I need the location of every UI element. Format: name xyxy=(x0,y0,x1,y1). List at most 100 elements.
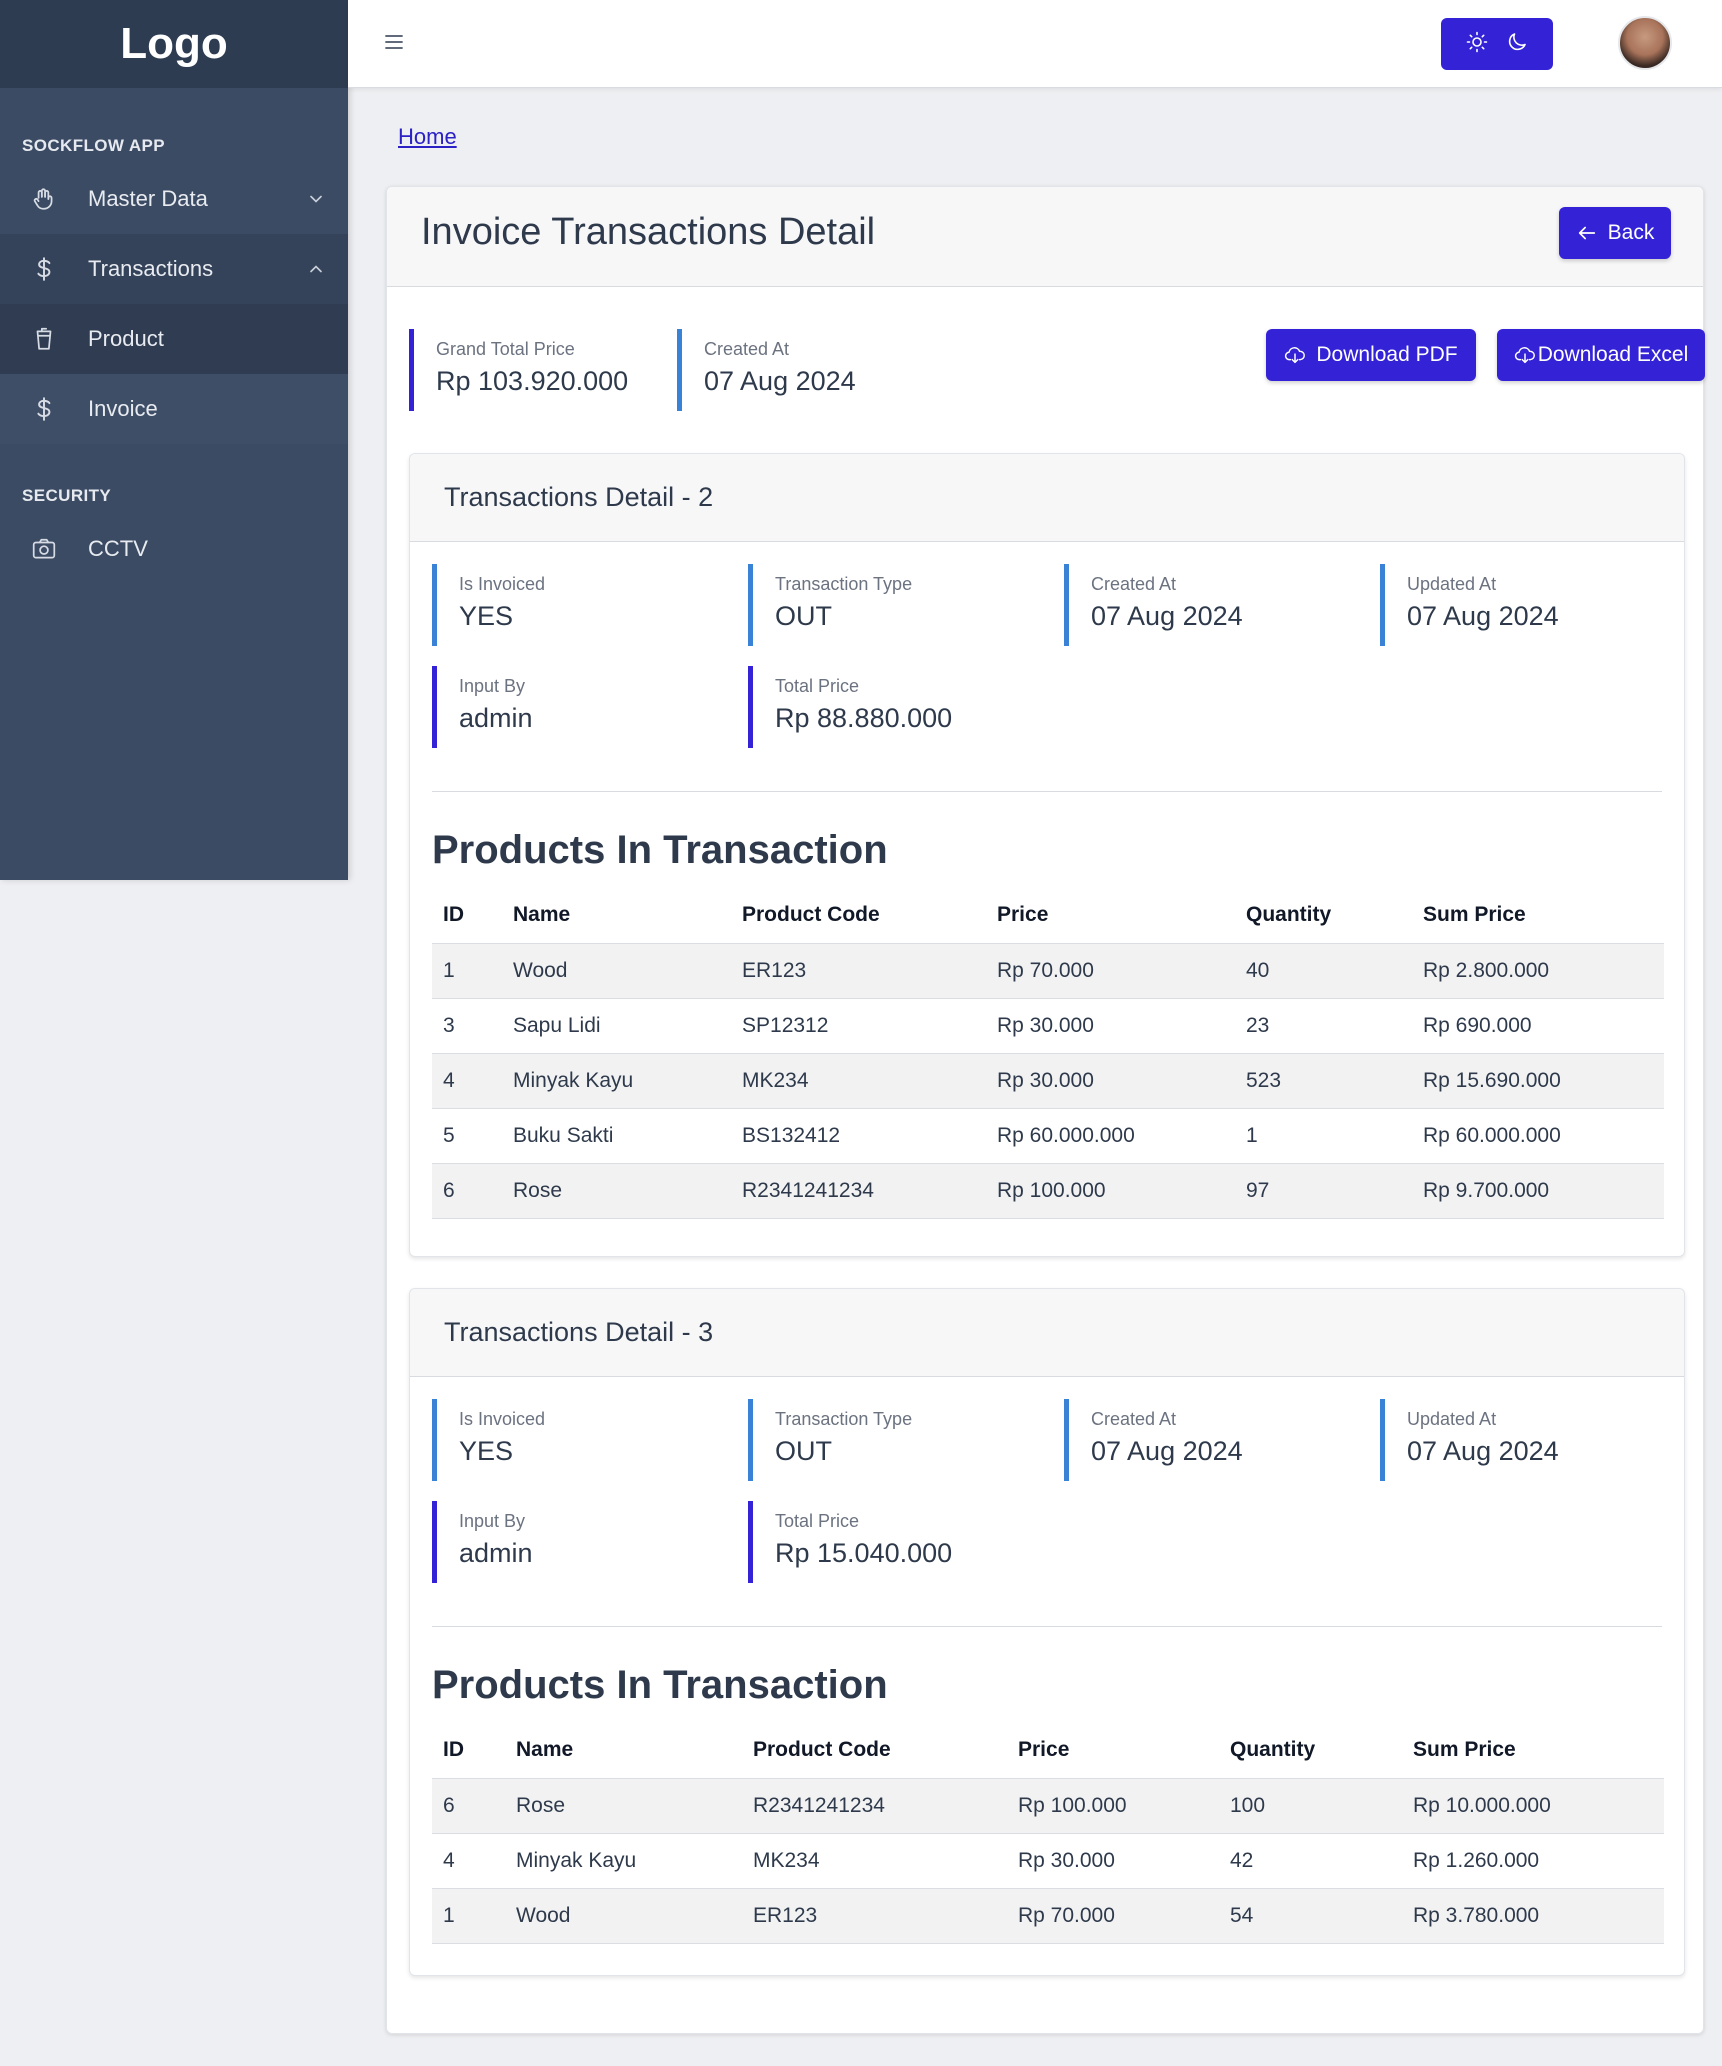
table-cell: 97 xyxy=(1235,1162,1412,1219)
sidebar-item-label: Invoice xyxy=(88,396,158,421)
table-cell: R2341241234 xyxy=(731,1162,986,1219)
table-cell: MK234 xyxy=(742,1832,1007,1888)
sidebar-item-cctv[interactable]: CCTV xyxy=(0,514,348,584)
table-cell: 523 xyxy=(1235,1052,1412,1108)
table-cell: 5 xyxy=(432,1107,502,1163)
updated-at-stat: Updated At 07 Aug 2024 xyxy=(1380,1399,1670,1481)
created-at-label: Created At xyxy=(1091,574,1177,594)
input-by-value: admin xyxy=(459,1538,533,1568)
table-cell: ER123 xyxy=(731,942,986,998)
cloud-download-icon xyxy=(1514,347,1535,364)
table-cell: Minyak Kayu xyxy=(505,1832,742,1888)
created-at-stat: Created At 07 Aug 2024 xyxy=(677,329,937,411)
table-cell: Rp 60.000.000 xyxy=(1412,1107,1664,1163)
logo[interactable]: Logo xyxy=(0,0,348,88)
table-cell: Rp 100.000 xyxy=(986,1162,1235,1219)
updated-at-stat: Updated At 07 Aug 2024 xyxy=(1380,564,1670,646)
created-at-value: 07 Aug 2024 xyxy=(1091,1436,1243,1466)
table-cell: 42 xyxy=(1219,1832,1402,1888)
table-row: 6 Rose R2341241234 Rp 100.000 97 Rp 9.700.000 xyxy=(432,1162,1664,1219)
table-header-row: ID Name Product Code Price Quantity Sum Price xyxy=(432,1722,1664,1778)
table-cell: Rp 30.000 xyxy=(1007,1832,1219,1888)
table-cell: SP12312 xyxy=(731,997,986,1053)
created-at-label: Created At xyxy=(1091,1409,1177,1429)
table-row: 4 Minyak Kayu MK234 Rp 30.000 42 Rp 1.260.000 xyxy=(432,1832,1664,1888)
invoice-detail-card: Invoice Transactions Detail Back Grand T… xyxy=(386,186,1705,2034)
table-cell: 23 xyxy=(1235,997,1412,1053)
page-title: Invoice Transactions Detail xyxy=(421,211,876,253)
updated-at-value: 07 Aug 2024 xyxy=(1407,1436,1559,1466)
is-invoiced-label: Is Invoiced xyxy=(459,1409,546,1429)
table-cell: R2341241234 xyxy=(742,1777,1007,1833)
sidebar-item-label: CCTV xyxy=(88,536,148,561)
cloud-download-icon xyxy=(1285,347,1306,364)
sidebar-item-transactions[interactable]: Transactions xyxy=(0,234,348,304)
chevron-down-icon xyxy=(306,189,326,209)
back-button[interactable]: Back xyxy=(1559,207,1671,259)
sidebar-section-app: SOCKFLOW APP xyxy=(22,136,165,155)
cup-icon xyxy=(30,325,58,353)
total-price-stat: Total Price Rp 88.880.000 xyxy=(748,666,1038,748)
table-cell: 1 xyxy=(1235,1107,1412,1163)
column-header: Name xyxy=(516,1737,574,1761)
input-by-stat: Input By admin xyxy=(432,666,722,748)
products-title: Products In Transaction xyxy=(432,1663,888,1707)
input-by-stat: Input By admin xyxy=(432,1501,722,1583)
table-row: 4 Minyak Kayu MK234 Rp 30.000 523 Rp 15.690.0… xyxy=(432,1052,1664,1108)
created-at-stat: Created At 07 Aug 2024 xyxy=(1064,564,1354,646)
table-row: 3 Sapu Lidi SP12312 Rp 30.000 23 Rp 690.000 xyxy=(432,997,1664,1053)
table-cell: Rp 690.000 xyxy=(1412,997,1664,1053)
back-button-label: Back xyxy=(1607,221,1655,244)
total-price-value: Rp 88.880.000 xyxy=(775,703,953,733)
download-excel-button[interactable]: Download Excel xyxy=(1497,329,1705,381)
input-by-label: Input By xyxy=(459,676,526,696)
updated-at-value: 07 Aug 2024 xyxy=(1407,601,1559,631)
table-cell: 6 xyxy=(432,1777,505,1833)
created-at-label: Created At xyxy=(704,339,790,359)
table-cell: Rp 10.000.000 xyxy=(1402,1777,1664,1833)
is-invoiced-value: YES xyxy=(459,601,514,631)
total-price-label: Total Price xyxy=(775,1511,860,1531)
download-pdf-button[interactable]: Download PDF xyxy=(1266,329,1476,381)
table-cell: 100 xyxy=(1219,1777,1402,1833)
sidebar-item-product[interactable]: Product xyxy=(0,304,348,374)
products-table: ID Name Product Code Price Quantity Sum Price… xyxy=(432,1722,1664,1944)
theme-toggle[interactable] xyxy=(1441,18,1553,70)
table-cell: 1 xyxy=(432,942,502,998)
dollar-icon xyxy=(30,255,58,283)
input-by-label: Input By xyxy=(459,1511,526,1531)
dollar-icon xyxy=(30,395,58,423)
transaction-card: Transactions Detail - 3 Is Invoiced YES … xyxy=(409,1288,1685,1976)
transaction-type-stat: Transaction Type OUT xyxy=(748,1399,1038,1481)
table-cell: MK234 xyxy=(731,1052,986,1108)
hamburger-icon[interactable] xyxy=(382,30,406,58)
column-header: Product Code xyxy=(753,1737,891,1761)
sidebar-item-master-data[interactable]: Master Data xyxy=(0,164,348,234)
sidebar-item-label: Transactions xyxy=(88,256,214,281)
column-header: Price xyxy=(997,902,1049,926)
chevron-up-icon xyxy=(306,259,326,279)
table-cell: Rose xyxy=(502,1162,731,1219)
table-cell: 4 xyxy=(432,1052,502,1108)
products-title: Products In Transaction xyxy=(432,828,888,872)
table-cell: 4 xyxy=(432,1832,505,1888)
table-cell: Rp 15.690.000 xyxy=(1412,1052,1664,1108)
created-at-value: 07 Aug 2024 xyxy=(704,366,856,396)
column-header: Name xyxy=(513,902,571,926)
created-at-value: 07 Aug 2024 xyxy=(1091,601,1243,631)
sun-icon[interactable] xyxy=(1465,30,1489,59)
sidebar-item-invoice[interactable]: Invoice xyxy=(0,374,348,444)
transaction-type-label: Transaction Type xyxy=(775,574,913,594)
transaction-type-value: OUT xyxy=(775,1436,832,1466)
card-header: Invoice Transactions Detail Back xyxy=(387,187,1703,287)
table-cell: Sapu Lidi xyxy=(502,997,731,1053)
avatar[interactable] xyxy=(1618,16,1672,70)
table-cell: Rp 2.800.000 xyxy=(1412,942,1664,998)
breadcrumb-home[interactable]: Home xyxy=(398,124,457,150)
moon-icon[interactable] xyxy=(1505,30,1529,59)
is-invoiced-value: YES xyxy=(459,1436,514,1466)
transaction-stats: Is Invoiced YES Transaction Type OUT Cre… xyxy=(432,1377,1662,1627)
column-header: Quantity xyxy=(1230,1737,1316,1761)
table-cell: Rose xyxy=(505,1777,742,1833)
is-invoiced-stat: Is Invoiced YES xyxy=(432,1399,722,1481)
